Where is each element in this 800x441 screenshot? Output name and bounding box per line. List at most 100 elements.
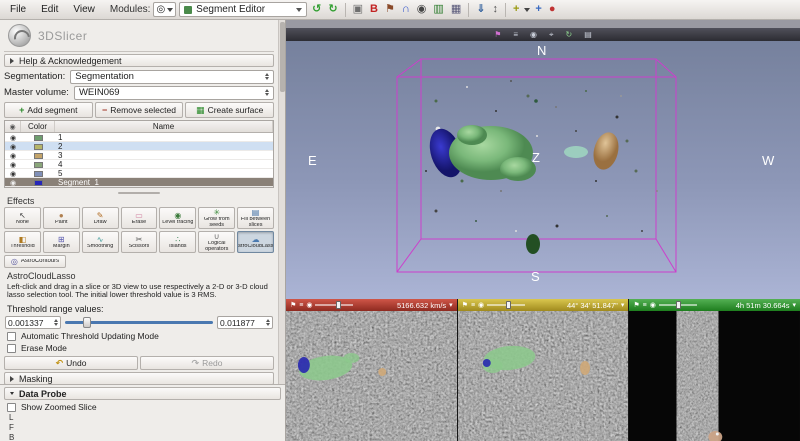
segment-row-5[interactable]: ◉ 5 <box>5 169 273 178</box>
pin-icon[interactable]: ⚑ <box>494 30 501 39</box>
eye-icon[interactable]: ◉ <box>478 302 484 309</box>
show-zoomed-slice-checkbox[interactable] <box>7 403 16 412</box>
pin-icon[interactable]: ⚑ <box>290 302 296 309</box>
panel-scrollbar[interactable] <box>278 20 285 384</box>
effect-level-tracing-button[interactable]: ◉ Level tracing <box>159 207 196 229</box>
module-selector[interactable]: Segment Editor <box>179 2 307 17</box>
effect-scissors-button[interactable]: ✂ Scissors <box>121 231 158 253</box>
color-cell[interactable] <box>21 133 55 142</box>
eye-icon[interactable]: ◉ <box>650 302 656 309</box>
remove-selected-button[interactable]: − Remove selected <box>95 102 184 118</box>
effect-islands-button[interactable]: ∴ Islands <box>159 231 196 253</box>
menu-icon[interactable]: ≡ <box>299 302 303 309</box>
panel-splitter-handle[interactable] <box>118 192 160 194</box>
color-cell[interactable] <box>21 169 55 178</box>
menu-edit[interactable]: Edit <box>35 2 64 17</box>
slider-handle[interactable] <box>83 317 91 328</box>
effect-paint-button[interactable]: ● Paint <box>43 207 80 229</box>
sync-icon[interactable]: ↕ <box>490 4 500 15</box>
pin-icon[interactable]: ⚑ <box>383 4 397 15</box>
color-cell[interactable] <box>21 178 55 187</box>
eye-icon[interactable]: ◉ <box>5 160 21 169</box>
yellow-slice-bar[interactable]: ⚑ ≡ ◉ 44° 34' 51.847" ▾ <box>458 299 629 311</box>
effect-none-button[interactable]: ↖ None <box>4 207 41 229</box>
segment-name[interactable]: 1 <box>55 133 273 142</box>
spin-arrows-icon[interactable] <box>266 319 270 326</box>
effect-astrocloudlasso-button[interactable]: ☁ AstroCloudLasso <box>237 231 274 253</box>
effect-fill-between-slices-button[interactable]: ▤ Fill between slices <box>237 207 274 229</box>
marker-red-icon[interactable]: ● <box>547 4 558 15</box>
green-slice-viewport[interactable] <box>629 311 800 441</box>
effect-erase-button[interactable]: ▭ Erase <box>121 207 158 229</box>
spin-arrows-icon[interactable] <box>54 319 58 326</box>
master-volume-combobox[interactable]: WEIN069 <box>74 86 274 100</box>
effect-draw-button[interactable]: ✎ Draw <box>82 207 119 229</box>
layout-icon[interactable]: ▦ <box>449 4 463 15</box>
data-probe-section[interactable]: Data Probe <box>4 387 281 400</box>
segment-name[interactable]: Segment_1 <box>55 178 273 187</box>
eye-icon[interactable]: ◉ <box>530 30 537 39</box>
scrollbar-thumb[interactable] <box>280 22 285 92</box>
segment-name[interactable]: 4 <box>55 160 273 169</box>
effect-astrocontours-button[interactable]: ◎ AstroContours <box>4 255 66 268</box>
redo-button[interactable]: ↷ Redo <box>140 356 274 370</box>
segment-name[interactable]: 2 <box>55 142 273 151</box>
menu-icon[interactable]: ≡ <box>643 302 647 309</box>
segment-row-4[interactable]: ◉ 4 <box>5 160 273 169</box>
center-view-icon[interactable]: ⌖ <box>549 30 554 40</box>
threed-view[interactable]: N E Z W S <box>286 41 800 299</box>
erase-mode-checkbox[interactable] <box>7 344 16 353</box>
effect-grow-from-seeds-button[interactable]: ✳ Grow from seeds <box>198 207 235 229</box>
segment-row-1[interactable]: ◉ 1 <box>5 133 273 142</box>
menu-icon[interactable]: ≡ <box>471 302 475 309</box>
menu-view[interactable]: View <box>67 2 101 17</box>
crosshair-icon[interactable]: + <box>533 4 543 15</box>
history-back-icon[interactable]: ↺ <box>310 4 323 15</box>
green-slice-bar[interactable]: ⚑ ≡ ◉ 4h 51m 30.664s ▾ <box>629 299 800 311</box>
eye-icon[interactable]: ◉ <box>5 133 21 142</box>
eye-icon[interactable]: ◉ <box>5 178 21 187</box>
module-search-button[interactable]: ◎ <box>153 2 176 17</box>
help-acknowledgement-section[interactable]: Help & Acknowledgement <box>4 54 274 67</box>
segment-name[interactable]: 5 <box>55 169 273 178</box>
pin-icon[interactable]: ⚑ <box>462 302 468 309</box>
segment-row-segment-1[interactable]: ◉ Segment_1 <box>5 178 273 187</box>
slice-offset-slider[interactable] <box>315 301 353 309</box>
slice-offset-slider[interactable] <box>487 301 525 309</box>
red-slice-viewport[interactable] <box>286 311 457 441</box>
threshold-range-slider[interactable] <box>65 316 213 329</box>
effect-margin-button[interactable]: ⊞ Margin <box>43 231 80 253</box>
chevron-down-icon[interactable]: ▾ <box>793 302 797 309</box>
eye-icon[interactable]: ◉ <box>306 302 312 309</box>
masking-section[interactable]: Masking <box>4 372 274 384</box>
history-forward-icon[interactable]: ↻ <box>326 4 339 15</box>
color-cell[interactable] <box>21 160 55 169</box>
save-icon[interactable]: ⇓ <box>474 4 487 15</box>
threed-view-controller-bar[interactable]: ⚑ ≡ ◉ ⌖ ↻ ▤ <box>286 28 800 41</box>
chevron-down-icon[interactable] <box>524 8 530 12</box>
auto-threshold-checkbox[interactable] <box>7 332 16 341</box>
threshold-min-spinbox[interactable]: 0.001337 <box>5 316 61 329</box>
segment-row-2[interactable]: ◉ 2 <box>5 142 273 151</box>
menu-file[interactable]: File <box>4 2 32 17</box>
eye-icon[interactable]: ◉ <box>5 169 21 178</box>
effect-threshold-button[interactable]: ◧ Threshold <box>4 231 41 253</box>
yellow-slice-viewport[interactable] <box>458 311 629 441</box>
segment-name[interactable]: 3 <box>55 151 273 160</box>
magnet-icon[interactable]: ∩ <box>400 4 412 15</box>
scene-b-icon[interactable]: B <box>368 4 380 15</box>
segmentation-combobox[interactable]: Segmentation <box>70 70 274 84</box>
effect-logical-operators-button[interactable]: ∪ Logical operators <box>198 231 235 253</box>
chart-icon[interactable]: ▥ <box>431 4 445 15</box>
eye-icon[interactable]: ◉ <box>5 151 21 160</box>
color-cell[interactable] <box>21 151 55 160</box>
red-slice-bar[interactable]: ⚑ ≡ ◉ 5166.632 km/s ▾ <box>286 299 457 311</box>
chevron-down-icon[interactable]: ▾ <box>621 302 625 309</box>
create-surface-button[interactable]: ▦ Create surface <box>185 102 274 118</box>
add-marker-icon[interactable]: + <box>511 4 521 15</box>
segment-row-3[interactable]: ◉ 3 <box>5 151 273 160</box>
color-cell[interactable] <box>21 142 55 151</box>
threshold-max-spinbox[interactable]: 0.011877 <box>217 316 273 329</box>
eye-icon[interactable]: ◉ <box>415 4 429 15</box>
menu-icon[interactable]: ≡ <box>513 30 518 39</box>
